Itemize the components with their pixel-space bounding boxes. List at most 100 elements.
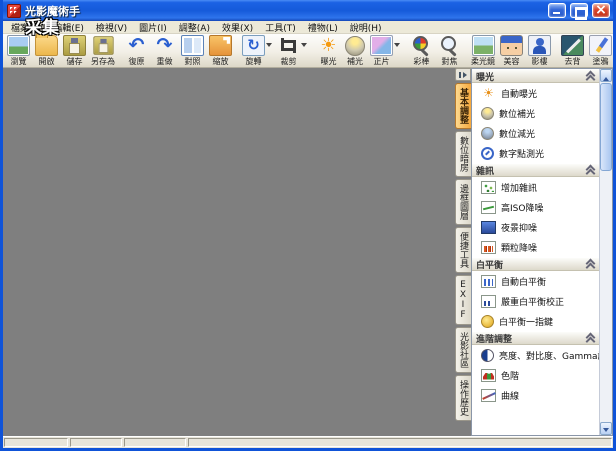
toolbar-button-label: 塗鴉 [593, 57, 609, 66]
save-button[interactable]: 儲存 [61, 35, 88, 66]
digital-fill-light-item[interactable]: 數位補光 [472, 103, 599, 123]
menu-bar: 檔案(F)編輯(E)檢視(V)圖片(I)調整(A)效果(X)工具(T)禮物(L)… [3, 21, 613, 34]
menu-item-view[interactable]: 檢視(V) [90, 21, 133, 34]
side-tab-handy-tools[interactable]: 便捷工具 [455, 227, 471, 273]
crop-button[interactable]: 裁剪 [275, 35, 309, 66]
digital-spot-metering-item[interactable]: 數字點測光 [472, 143, 599, 163]
undo-button[interactable]: 復原 [123, 35, 150, 66]
night-denoise-item[interactable]: 夜景抑噪 [472, 217, 599, 237]
dropdown-arrow-icon[interactable] [266, 43, 272, 50]
positive-film-button[interactable]: 正片 [368, 35, 402, 66]
grain-denoise-icon [481, 241, 496, 254]
exposure-button[interactable]: 曝光 [315, 35, 342, 66]
doodle-button[interactable]: 塗鴉 [587, 35, 614, 66]
menu-item-picture[interactable]: 圖片(I) [133, 21, 173, 34]
curves-icon [481, 389, 496, 402]
night-scene-denoise-icon [481, 221, 496, 234]
collapse-chevron-icon[interactable] [586, 166, 595, 175]
minimize-button[interactable] [548, 3, 566, 18]
auto-exposure-item[interactable]: 自動曝光 [472, 83, 599, 103]
menu-item-help[interactable]: 說明(H) [344, 21, 388, 34]
menu-item-gifts[interactable]: 禮物(L) [302, 21, 344, 34]
section-header[interactable]: 曝光 [472, 69, 599, 83]
menu-item-adjust[interactable]: 調整(A) [173, 21, 216, 34]
status-cell [124, 438, 186, 447]
panel-item-label: 自動白平衡 [501, 275, 546, 288]
side-tab-community[interactable]: 光影社區 [455, 327, 471, 373]
scrollbar-thumb[interactable] [600, 83, 612, 171]
white-balance-one-key-item[interactable]: 白平衡一指鍵 [472, 311, 599, 331]
side-tab-frame-layer[interactable]: 邊框圖層 [455, 179, 471, 225]
levels-item[interactable]: 色階 [472, 365, 599, 385]
zoom-button[interactable]: 縮放 [207, 35, 234, 66]
toolbar-button-label: 對焦 [442, 57, 458, 66]
soft-light-button[interactable]: 柔光鏡 [469, 35, 497, 66]
dropdown-arrow-icon[interactable] [301, 43, 307, 50]
toolbar-button-label: 重做 [157, 57, 173, 66]
dropdown-arrow-icon[interactable] [394, 43, 400, 50]
panel-item-label: 顆粒降噪 [501, 241, 537, 254]
collapse-chevron-icon[interactable] [586, 72, 595, 81]
toolbar-button-label: 正片 [374, 57, 390, 66]
canvas-workspace [3, 68, 455, 436]
high-iso-denoise-item[interactable]: 高ISO降噪 [472, 197, 599, 217]
open-button[interactable]: 開啟 [33, 35, 60, 66]
toolbar-button-label: 瀏覽 [11, 57, 27, 66]
section-header[interactable]: 雜訊 [472, 163, 599, 177]
menu-item-edit[interactable]: 編輯(E) [47, 21, 90, 34]
severe-white-balance-icon [481, 295, 496, 308]
white-balance-one-key-icon [481, 315, 494, 328]
studio-button[interactable]: 影樓 [526, 35, 553, 66]
redo-button[interactable]: 重做 [151, 35, 178, 66]
panel-scrollbar[interactable] [599, 69, 612, 435]
fill-light-button[interactable]: 補光 [343, 35, 367, 66]
toolbar-button-label: 縮放 [213, 57, 229, 66]
exposure-sun-icon [317, 35, 340, 56]
menu-item-effects[interactable]: 效果(X) [216, 21, 259, 34]
window-title: 光影魔術手 [25, 3, 544, 19]
status-cell [188, 438, 612, 447]
studio-people-icon [528, 35, 551, 56]
status-bar [3, 436, 613, 448]
severe-white-balance-fix-item[interactable]: 嚴重白平衡校正 [472, 291, 599, 311]
section-title: 曝光 [476, 70, 494, 83]
side-tab-basic-adjust[interactable]: 基本調整 [455, 83, 471, 129]
beauty-button[interactable]: 美容 [498, 35, 525, 66]
scroll-up-arrow-icon[interactable] [600, 69, 612, 82]
add-noise-item[interactable]: 增加雜訊 [472, 177, 599, 197]
curves-item[interactable]: 曲線 [472, 385, 599, 405]
browse-button[interactable]: 瀏覽 [5, 35, 32, 66]
collapse-chevron-icon[interactable] [586, 260, 595, 269]
redo-arrow-icon [153, 35, 176, 56]
collapse-chevron-icon[interactable] [586, 334, 595, 343]
section-header[interactable]: 進階調整 [472, 331, 599, 345]
side-tab-exif[interactable]: EXIF [455, 275, 471, 325]
color-wand-button[interactable]: 彩棒 [408, 35, 435, 66]
panel-collapse-button[interactable] [455, 68, 471, 81]
maximize-button[interactable] [570, 3, 588, 18]
menu-item-tools[interactable]: 工具(T) [259, 21, 302, 34]
panel-item-label: 增加雜訊 [501, 181, 537, 194]
auto-white-balance-item[interactable]: 自動白平衡 [472, 271, 599, 291]
brightness-contrast-gamma-icon [481, 349, 494, 362]
app-icon [7, 4, 21, 18]
remove-background-button[interactable]: 去背 [559, 35, 586, 66]
high-iso-denoise-icon [481, 201, 496, 214]
add-noise-icon [481, 181, 496, 194]
side-tab-digital-darkroom[interactable]: 數位暗房 [455, 131, 471, 177]
grain-denoise-item[interactable]: 顆粒降噪 [472, 237, 599, 257]
panel-item-label: 嚴重白平衡校正 [501, 295, 564, 308]
rotate-button[interactable]: 旋轉 [240, 35, 274, 66]
digital-reduce-light-item[interactable]: 數位減光 [472, 123, 599, 143]
focus-button[interactable]: 對焦 [436, 35, 463, 66]
panel-item-label: 色階 [501, 369, 519, 382]
section-header[interactable]: 白平衡 [472, 257, 599, 271]
save-as-button[interactable]: 另存為 [89, 35, 117, 66]
positive-film-icon [370, 35, 393, 56]
scroll-down-arrow-icon[interactable] [600, 422, 612, 435]
close-button[interactable] [592, 3, 610, 18]
brightness-contrast-gamma-item[interactable]: 亮度、對比度、Gamma調整 [472, 345, 599, 365]
side-tab-history[interactable]: 操作歷史 [455, 375, 471, 421]
menu-item-file[interactable]: 檔案(F) [5, 21, 47, 34]
compare-button[interactable]: 對照 [179, 35, 206, 66]
